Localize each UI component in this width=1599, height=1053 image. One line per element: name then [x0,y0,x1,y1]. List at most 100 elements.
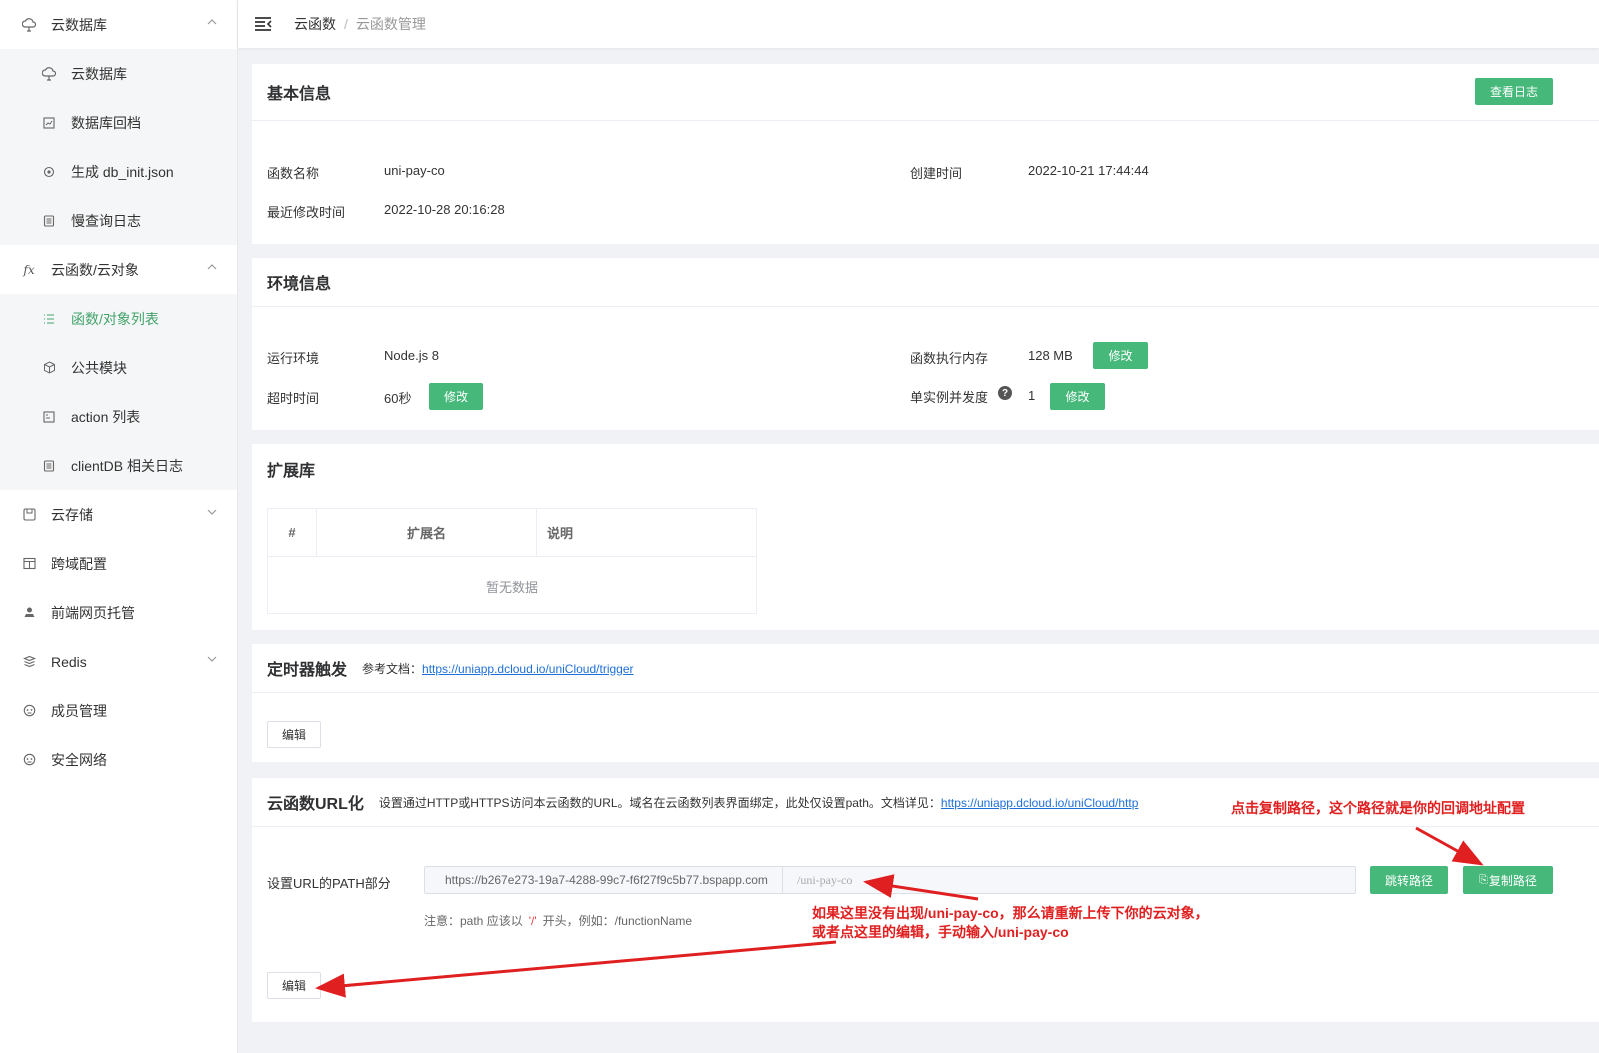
chevron-down-icon [207,507,217,517]
hint-quote: '/' [528,914,537,928]
extension-library-card: 扩展库 # 扩展名 说明 暂无数据 [252,444,1599,630]
sidebar-item-label: 慢查询日志 [71,212,141,229]
concurrency-value: 1 [1028,388,1036,403]
timer-doc-link[interactable]: https://uniapp.dcloud.io/uniCloud/trigge… [422,662,633,676]
memory-label: 函数执行内存 [910,351,989,366]
url-path-input[interactable]: https://b267e273-19a7-4288-99c7-f6f27f9c… [424,866,1356,894]
sidebar-item-label: 函数/对象列表 [71,310,159,327]
sidebar-item-label: 公共模块 [71,359,127,376]
url-doc-note: 设置通过HTTP或HTTPS访问本云函数的URL。域名在云函数列表界面绑定，此处… [379,794,1139,811]
view-log-button[interactable]: 查看日志 [1475,78,1553,105]
copy-path-label: 复制路径 [1488,873,1537,888]
sidebar-item-function-list[interactable]: 函数/对象列表 [0,294,237,343]
url-path-hint: 注意：path 应该以 '/' 开头，例如：/functionName [424,912,692,929]
url-doc-link[interactable]: https://uniapp.dcloud.io/uniCloud/http [941,796,1138,810]
sidebar-group-cloud-database[interactable]: 云数据库 [0,0,237,49]
function-name-label: 函数名称 [267,166,320,181]
basic-info-header: 基本信息 查看日志 [252,64,1599,121]
sidebar-item-cors[interactable]: 跨域配置 [0,539,237,588]
sidebar-item-label: 数据库回档 [71,114,141,131]
database-rollback-icon [42,116,56,130]
memory-value: 128 MB [1028,348,1073,363]
copy-icon: ⎘ [1479,873,1488,886]
function-name-value: uni-pay-co [384,163,445,178]
chevron-up-icon [207,262,217,272]
sidebar-item-label: 生成 db_init.json [71,163,174,180]
storage-icon [22,508,36,522]
sidebar-item-clientdb-log[interactable]: clientDB 相关日志 [0,441,237,490]
sidebar-item-label: 云数据库 [71,65,127,82]
sidebar-item-action-list[interactable]: action 列表 [0,392,237,441]
modified-time-value: 2022-10-28 20:16:28 [384,202,505,217]
sidebar-group-label: 跨域配置 [51,555,107,572]
sidebar-group-label: 云数据库 [51,16,107,33]
sidebar-item-hosting[interactable]: 前端网页托管 [0,588,237,637]
sidebar-group-label: Redis [51,653,87,670]
jump-path-button[interactable]: 跳转路径 [1370,866,1448,894]
runtime-value: Node.js 8 [384,348,439,363]
table-header-name: 扩展名 [317,509,537,556]
hint-prefix: 注意：path 应该以 [424,914,523,928]
sidebar-group-label: 云函数/云对象 [51,261,139,278]
table-header-desc: 说明 [547,526,574,541]
extension-table: # 扩展名 说明 暂无数据 [267,508,757,614]
hint-suffix: 开头，例如：/functionName [542,914,692,928]
edit-memory-button[interactable]: 修改 [1093,342,1148,369]
env-info-card: 环境信息 运行环境 Node.js 8 函数执行内存 128 MB 修改 超时时… [252,258,1599,430]
cloud-database-icon [22,17,36,32]
chevron-down-icon [207,654,217,664]
extension-library-title-row: 扩展库 [267,457,315,481]
breadcrumb-item-cloud-function[interactable]: 云函数 [294,16,336,32]
env-info-header: 环境信息 [252,258,1599,307]
timer-doc-prefix: 参考文档： [362,661,423,676]
sidebar-item-label: action 列表 [71,408,141,425]
sidebar-item-members[interactable]: 成员管理 [0,686,237,735]
sidebar-item-cloud-database[interactable]: 云数据库 [0,49,237,98]
created-time-label: 创建时间 [910,166,963,181]
generate-icon [42,165,56,179]
sidebar-item-generate-db-init[interactable]: 生成 db_init.json [0,147,237,196]
timer-doc-note: 参考文档：https://uniapp.dcloud.io/uniCloud/t… [362,660,634,677]
breadcrumb-separator: / [344,16,348,32]
annotation-path-note-1: 如果这里没有出现/uni-pay-co，那么请重新上传下你的云对象， [812,905,1209,921]
sidebar-group-label: 前端网页托管 [51,604,135,621]
top-header: 云函数 / 云函数管理 [238,0,1599,48]
url-path-value[interactable]: /uni-pay-co [783,867,1355,893]
sidebar-group-label: 成员管理 [51,702,107,719]
fx-icon: fx [23,262,35,277]
sidebar-group-cloud-function[interactable]: fx 云函数/云对象 [0,245,237,294]
extension-library-title: 扩展库 [267,463,316,480]
timeout-value: 60秒 [384,391,412,406]
edit-concurrency-button[interactable]: 修改 [1050,383,1105,410]
edit-timeout-button[interactable]: 修改 [429,383,483,410]
url-domain-prefix: https://b267e273-19a7-4288-99c7-f6f27f9c… [425,867,783,893]
url-config-title: 云函数URL化 [267,796,364,813]
cube-icon [42,361,56,375]
timer-edit-button[interactable]: 编辑 [267,721,321,748]
chevron-up-icon [207,17,217,27]
menu-collapse-icon[interactable] [254,15,272,33]
url-edit-button[interactable]: 编辑 [267,972,321,999]
table-empty-text: 暂无数据 [485,579,538,595]
annotation-copy-note: 点击复制路径，这个路径就是你的回调地址配置 [1231,800,1525,816]
breadcrumb-item-current: 云函数管理 [355,16,426,32]
hosting-icon [22,606,36,620]
sidebar-item-label: clientDB 相关日志 [71,457,184,474]
sidebar-group-cloud-storage[interactable]: 云存储 [0,490,237,539]
timer-trigger-header: 定时器触发 参考文档：https://uniapp.dcloud.io/uniC… [252,644,1599,693]
sidebar-group-redis[interactable]: Redis [0,637,237,686]
copy-path-button[interactable]: ⎘ 复制路径 [1463,866,1553,894]
sidebar-item-slow-query-log[interactable]: 慢查询日志 [0,196,237,245]
redis-icon [22,655,36,669]
help-icon[interactable]: ? [998,386,1012,400]
sidebar-item-common-module[interactable]: 公共模块 [0,343,237,392]
sidebar-group-label: 安全网络 [51,751,107,768]
sidebar-item-database-rollback[interactable]: 数据库回档 [0,98,237,147]
breadcrumb: 云函数 / 云函数管理 [294,14,426,34]
url-path-label: 设置URL的PATH部分 [267,876,391,891]
sidebar-item-security[interactable]: 安全网络 [0,735,237,784]
sidebar: 云数据库 云数据库 数据库回档 生成 db_init.json 慢查询日志 fx… [0,0,238,1053]
basic-info-title: 基本信息 [267,86,332,103]
timer-trigger-title: 定时器触发 [267,662,348,679]
sidebar-group-label: 云存储 [51,506,93,523]
